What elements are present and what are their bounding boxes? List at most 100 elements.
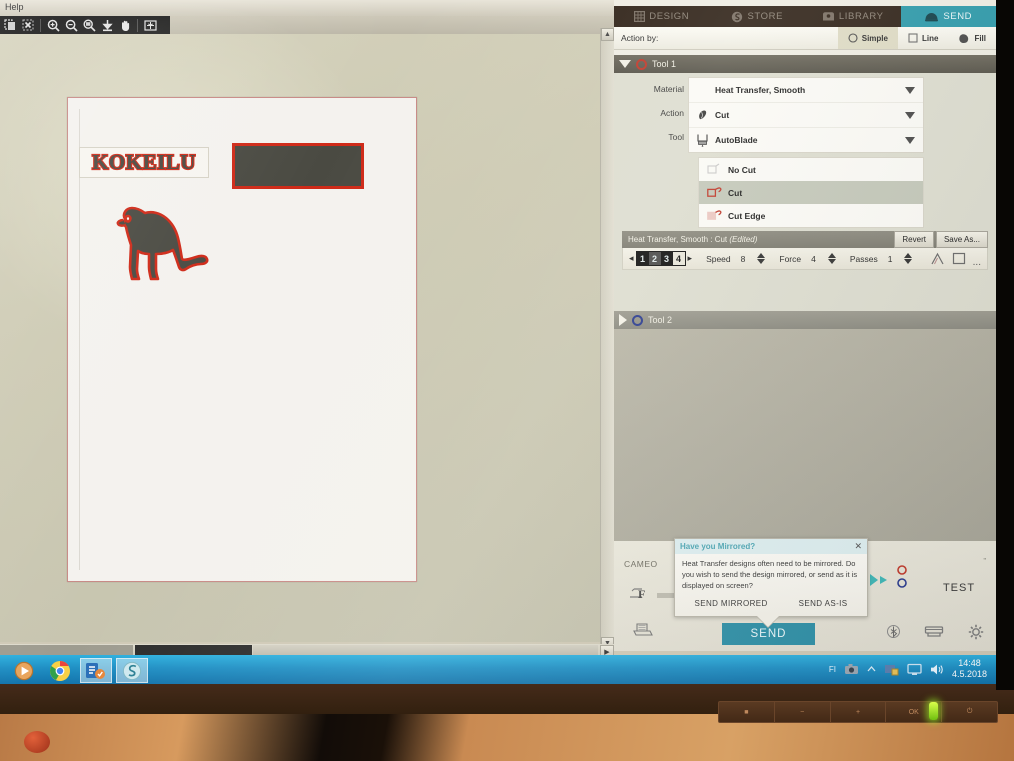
action-by-label: Action by: [621, 33, 659, 43]
store-icon [732, 11, 743, 22]
action-by-bar: Action by: Simple Line Fill [614, 27, 996, 50]
display-icon[interactable] [907, 663, 922, 676]
temperature-unit: F [638, 587, 646, 601]
option-cut-label: Cut [728, 187, 743, 198]
passes-digit-stepper[interactable]: ◂ 1 2 3 4 ▸ [629, 251, 692, 266]
option-cut-edge[interactable]: Cut Edge [699, 204, 923, 227]
send-icon [925, 13, 939, 22]
lync-icon [86, 662, 105, 679]
tool1-header[interactable]: Tool 1 [614, 55, 996, 73]
taskbar-silhouette-studio[interactable] [116, 658, 148, 683]
speed-spinner[interactable] [757, 253, 766, 264]
stepper-digit-2[interactable]: 2 [648, 252, 661, 265]
square-offset-icon[interactable] [952, 252, 966, 265]
security-icon[interactable] [884, 662, 899, 676]
action-dropdown[interactable]: Cut [689, 103, 923, 128]
action-by-line[interactable]: Line [898, 27, 948, 49]
chevron-right-icon[interactable] [619, 314, 627, 326]
speed-field[interactable]: Speed 8 [706, 253, 766, 264]
send-mirrored-button[interactable]: SEND MIRRORED [694, 599, 767, 608]
send-as-is-button[interactable]: SEND AS-IS [799, 599, 848, 608]
canvas-vertical-scrollbar[interactable]: ▲ ▼ [600, 28, 615, 650]
preset-buttons: Revert Save As... [892, 231, 988, 248]
stepper-plus-icon[interactable]: ▸ [688, 253, 693, 264]
monitor-button-input[interactable]: ■ [719, 702, 775, 722]
overcut-icon[interactable] [930, 252, 945, 265]
monitor-button-minus[interactable]: − [775, 702, 831, 722]
tool-value: AutoBlade [715, 135, 758, 145]
tool1-body: Material Action Tool Heat Transfer, Smoo… [614, 73, 996, 311]
cut-edge-icon [707, 210, 722, 220]
action-by-fill[interactable]: Fill [948, 27, 996, 49]
system-tray: FI 14:48 4.5.2018 [829, 658, 987, 681]
taskbar-items [8, 658, 148, 683]
gear-icon[interactable] [968, 624, 984, 640]
force-field[interactable]: Force 4 [779, 253, 836, 264]
stepper-digit-3[interactable]: 3 [661, 252, 673, 265]
windows-taskbar: FI 14:48 4.5.2018 [0, 655, 1005, 684]
chevron-up-icon[interactable] [867, 665, 876, 673]
monitor-button-plus[interactable]: + [831, 702, 887, 722]
tool2-header[interactable]: Tool 2 [614, 311, 996, 329]
option-cut[interactable]: Cut [699, 181, 923, 204]
taskbar-media-player[interactable] [8, 658, 40, 683]
tab-send-label: SEND [943, 11, 973, 22]
chevron-down-icon[interactable] [905, 111, 915, 119]
design-dog-silhouette[interactable] [110, 197, 210, 283]
taskbar-chrome[interactable] [44, 658, 76, 683]
scroll-up-icon[interactable]: ▲ [601, 28, 614, 41]
stepper-digit-1[interactable]: 1 [637, 252, 649, 265]
chevron-down-icon[interactable] [619, 60, 631, 68]
tray-language[interactable]: FI [829, 665, 836, 674]
blade-icon [689, 109, 715, 122]
taskbar-lync[interactable] [80, 658, 112, 683]
feed-arrows-icon[interactable] [869, 571, 893, 589]
material-value: Heat Transfer, Smooth [715, 85, 806, 95]
volume-icon[interactable] [930, 663, 944, 676]
screen: Help [0, 0, 1005, 684]
monitor-button-strip[interactable]: ■ − + OK ⏻ [718, 701, 998, 723]
more-options-button[interactable]: ... [973, 257, 981, 268]
passes-spinner[interactable] [904, 253, 913, 264]
registration-marks-icon[interactable] [895, 563, 909, 596]
camera-icon[interactable] [844, 663, 859, 675]
cutting-mat-icon[interactable] [924, 624, 944, 639]
monitor-button-power[interactable]: ⏻ [942, 702, 997, 722]
taskbar-clock[interactable]: 14:48 4.5.2018 [952, 658, 987, 681]
tool2-body [614, 329, 996, 541]
force-spinner[interactable] [827, 253, 836, 264]
design-rectangle-object[interactable] [232, 143, 364, 189]
tab-send[interactable]: SEND [900, 6, 996, 27]
passes-field[interactable]: Passes 1 [850, 253, 913, 264]
action-by-simple[interactable]: Simple [837, 27, 898, 49]
passes-value: 1 [887, 253, 893, 264]
design-text-label: KOKEILU [91, 149, 197, 175]
chevron-down-icon[interactable] [905, 136, 915, 144]
revert-button[interactable]: Revert [894, 231, 934, 248]
option-no-cut[interactable]: No Cut [699, 158, 923, 181]
save-as-button[interactable]: Save As... [935, 231, 988, 248]
tool2-indicator-icon [632, 314, 643, 326]
close-icon[interactable]: ✕ [854, 541, 862, 552]
tool-dropdown[interactable]: AutoBlade [689, 128, 923, 152]
grid-icon [634, 11, 646, 22]
chevron-down-icon[interactable] [905, 86, 915, 94]
bottom-icon-row [887, 623, 984, 640]
mirror-dialog-pointer [757, 615, 779, 627]
stepper-minus-icon[interactable]: ◂ [629, 253, 634, 264]
design-text-object[interactable]: KOKEILU [79, 147, 209, 178]
stepper-digit-4[interactable]: 4 [672, 252, 685, 265]
tab-library[interactable]: LIBRARY [805, 6, 901, 27]
tool1-label: Tool 1 [652, 59, 677, 69]
send-bottom-bar: CAMEO ” F TEST SEND Have you Mirrored? ✕… [614, 538, 996, 651]
tab-design[interactable]: DESIGN [614, 6, 710, 27]
material-label: Material [653, 84, 684, 94]
tab-store[interactable]: STORE [710, 6, 806, 27]
panel-corner-mark: ” [983, 557, 986, 566]
material-dropdown[interactable]: Heat Transfer, Smooth [689, 78, 923, 103]
design-canvas[interactable]: KOKEILU [0, 0, 604, 642]
machine-icon[interactable] [632, 619, 654, 642]
test-button[interactable]: TEST [924, 577, 994, 599]
bluetooth-icon[interactable] [887, 623, 900, 640]
speed-label: Speed [706, 253, 731, 264]
